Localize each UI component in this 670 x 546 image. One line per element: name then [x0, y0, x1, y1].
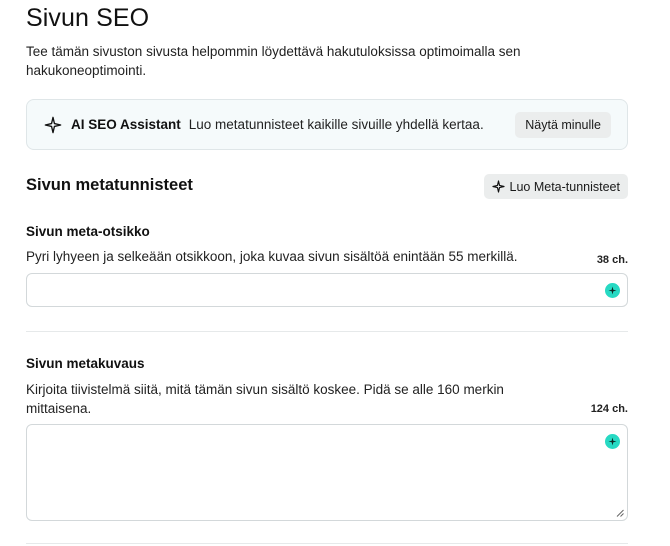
assistant-name: AI SEO Assistant [71, 117, 181, 132]
meta-description-label: Sivun metakuvaus [26, 356, 145, 371]
ai-plus-icon[interactable] [605, 434, 620, 449]
meta-title-char-counter: 38 ch. [596, 254, 628, 266]
generate-meta-tags-button[interactable]: Luo Meta-tunnisteet [483, 174, 628, 199]
meta-title-input[interactable] [26, 273, 628, 307]
show-me-button[interactable]: Näytä minulle [515, 111, 611, 138]
page-title: Sivun SEO [26, 4, 150, 32]
meta-title-label: Sivun meta-otsikko [26, 224, 150, 239]
sparkle-icon [491, 180, 505, 193]
generate-meta-tags-label: Luo Meta-tunnisteet [509, 179, 621, 194]
divider [26, 331, 628, 332]
sparkle-icon [43, 115, 63, 135]
meta-title-hint: Pyri lyhyeen ja selkeään otsikkoon, joka… [26, 249, 518, 264]
ai-seo-assistant-banner: AI SEO Assistant Luo metatunnisteet kaik… [26, 99, 628, 150]
resize-handle-icon[interactable] [616, 509, 624, 517]
divider [26, 543, 628, 544]
meta-description-hint: Kirjoita tiivistelmä siitä, mitä tämän s… [26, 382, 504, 416]
meta-tags-section-title: Sivun metatunnisteet [26, 176, 193, 194]
meta-description-textarea[interactable] [26, 424, 628, 521]
seo-settings-panel: Sivun SEO Tee tämän sivuston sivusta hel… [0, 0, 670, 546]
meta-description-char-counter: 124 ch. [590, 403, 628, 415]
assistant-text: Luo metatunnisteet kaikille sivuille yhd… [188, 117, 484, 132]
ai-plus-icon[interactable] [605, 283, 620, 298]
page-description: Tee tämän sivuston sivusta helpommin löy… [26, 44, 521, 78]
